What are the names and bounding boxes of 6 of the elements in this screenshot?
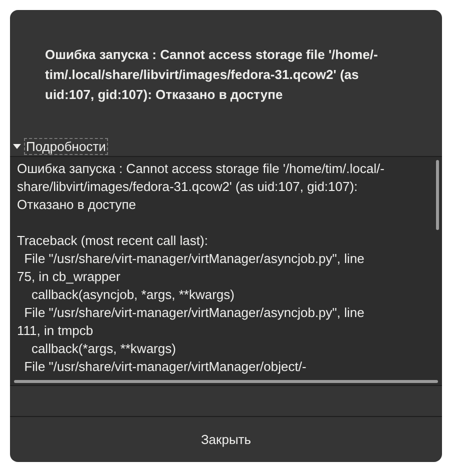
error-message: Ошибка запуска : Cannot access storage file '/home/- tim/.local/share/libvirt/images/fedora-31.qcow2' (as uid:107, gid:107): Отказано в доступе [45,46,378,104]
horizontal-scrollbar[interactable] [14,380,438,383]
details-text: Ошибка запуска : Cannot access storage file '/home/tim/.local/- share/libvirt/images/fedora-31.qcow2' (as uid:107, gid:107): Отказано в доступе Traceback (most recent call last): File "/usr/share/virt-manager/virtManager/asyncjob.py", line 75, in cb_wrapper callback(asyncjob, *args, **kwargs) File "/usr/share/virt-manager/virtManager/asyncjob.py", line 111, in tmpcb callback(*args, **kwargs) File "/usr/share/virt-manager/virtManager/object/- [17,160,384,376]
triangle-icon [13,142,21,150]
vertical-scrollbar[interactable] [436,160,439,230]
close-button[interactable]: Закрыть [10,417,442,462]
